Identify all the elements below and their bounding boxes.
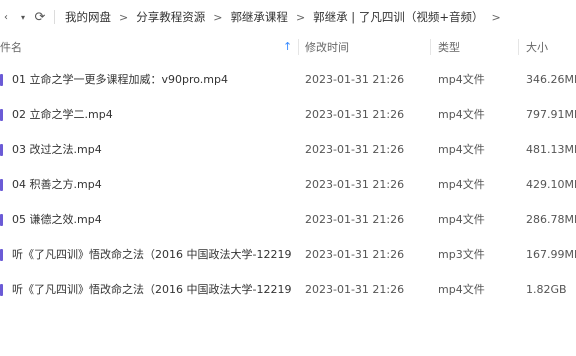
video-file-icon (0, 74, 3, 86)
video-file-icon (0, 109, 3, 121)
sort-ascending-icon[interactable]: ↑ (283, 40, 292, 53)
column-header-modified[interactable]: 修改时间 (305, 39, 425, 55)
file-name[interactable]: 听《了凡四训》悟改命之法（2016 中国政法大学-12219... (12, 237, 292, 272)
breadcrumb-item-current-folder[interactable]: 郭继承 | 了凡四训（视频+音频） (313, 9, 483, 25)
file-modified: 2023-01-31 21:26 (305, 178, 405, 191)
file-name[interactable]: 05 谦德之效.mp4 (12, 202, 292, 237)
nav-divider (54, 10, 55, 24)
file-modified: 2023-01-31 21:26 (305, 143, 405, 156)
file-size: 481.13MB (526, 143, 576, 156)
file-list: 01 立命之学一更多课程加威：v90pro.mp4 2023-01-31 21:… (0, 62, 576, 307)
file-name[interactable]: 04 积善之方.mp4 (12, 167, 292, 202)
file-modified: 2023-01-31 21:26 (305, 213, 405, 226)
audio-file-icon (0, 249, 3, 261)
file-row[interactable]: 04 积善之方.mp4 2023-01-31 21:26 mp4文件 429.1… (0, 167, 576, 202)
file-modified: 2023-01-31 21:26 (305, 283, 405, 296)
file-type: mp4文件 (438, 108, 485, 121)
file-type: mp4文件 (438, 73, 485, 86)
file-type: mp4文件 (438, 178, 485, 191)
file-row[interactable]: 01 立命之学一更多课程加威：v90pro.mp4 2023-01-31 21:… (0, 62, 576, 97)
file-name[interactable]: 听《了凡四训》悟改命之法（2016 中国政法大学-12219... (12, 272, 292, 307)
file-size: 1.82GB (526, 283, 567, 296)
column-divider[interactable] (518, 39, 519, 55)
refresh-icon[interactable]: ⟳ (32, 7, 48, 27)
file-size: 346.26MB (526, 73, 576, 86)
file-size: 167.99MB (526, 248, 576, 261)
file-row[interactable]: 02 立命之学二.mp4 2023-01-31 21:26 mp4文件 797.… (0, 97, 576, 132)
breadcrumb-separator: > (213, 10, 223, 24)
file-modified: 2023-01-31 21:26 (305, 108, 405, 121)
breadcrumb-separator: > (119, 10, 129, 24)
file-row[interactable]: 05 谦德之效.mp4 2023-01-31 21:26 mp4文件 286.7… (0, 202, 576, 237)
file-row[interactable]: 03 改过之法.mp4 2023-01-31 21:26 mp4文件 481.1… (0, 132, 576, 167)
file-modified: 2023-01-31 21:26 (305, 73, 405, 86)
column-divider[interactable] (298, 39, 299, 55)
video-file-icon (0, 284, 3, 296)
file-list-header: 件名 ↑ 修改时间 类型 大小 (0, 34, 576, 60)
video-file-icon (0, 179, 3, 191)
file-type: mp4文件 (438, 283, 485, 296)
breadcrumb-separator: > (295, 10, 306, 24)
navigation-bar: ‹ ▾ ⟳ 我的网盘 > 分享教程资源 > 郭继承课程 > 郭继承 | 了凡四训… (0, 0, 576, 34)
file-row[interactable]: 听《了凡四训》悟改命之法（2016 中国政法大学-12219... 2023-0… (0, 272, 576, 307)
file-modified: 2023-01-31 21:26 (305, 248, 405, 261)
file-name[interactable]: 03 改过之法.mp4 (12, 132, 292, 167)
video-file-icon (0, 214, 3, 226)
file-type: mp4文件 (438, 213, 485, 226)
file-name[interactable]: 02 立命之学二.mp4 (12, 97, 292, 132)
breadcrumb-item-course[interactable]: 郭继承课程 (230, 9, 288, 25)
file-type: mp3文件 (438, 248, 485, 261)
breadcrumb-separator: > (491, 10, 501, 24)
file-size: 429.10MB (526, 178, 576, 191)
video-file-icon (0, 144, 3, 156)
breadcrumb: 我的网盘 > 分享教程资源 > 郭继承课程 > 郭继承 | 了凡四训（视频+音频… (65, 9, 509, 25)
chevron-left-icon[interactable]: ‹ (0, 7, 12, 27)
file-size: 797.91MB (526, 108, 576, 121)
file-size: 286.78MB (526, 213, 576, 226)
column-header-type[interactable]: 类型 (438, 39, 518, 55)
file-type: mp4文件 (438, 143, 485, 156)
column-divider[interactable] (430, 39, 431, 55)
file-row[interactable]: 听《了凡四训》悟改命之法（2016 中国政法大学-12219... 2023-0… (0, 237, 576, 272)
file-name[interactable]: 01 立命之学一更多课程加威：v90pro.mp4 (12, 62, 292, 97)
column-header-name[interactable]: 件名 (0, 39, 298, 55)
breadcrumb-item-shared-resources[interactable]: 分享教程资源 (136, 9, 205, 25)
caret-down-icon[interactable]: ▾ (18, 7, 28, 27)
breadcrumb-item-my-drive[interactable]: 我的网盘 (65, 9, 111, 25)
column-header-size[interactable]: 大小 (526, 39, 576, 55)
